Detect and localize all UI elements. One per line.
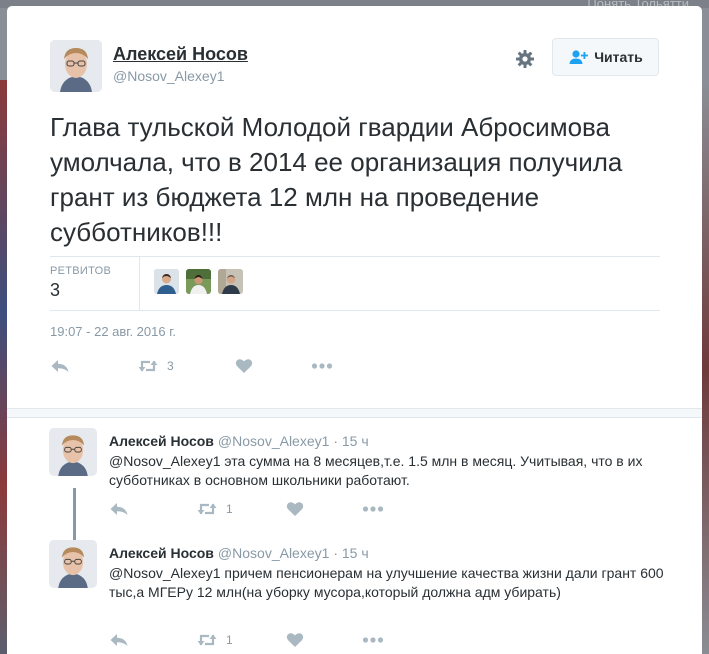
reply-button[interactable] bbox=[109, 501, 196, 517]
settings-button[interactable] bbox=[512, 46, 538, 72]
reply-button[interactable] bbox=[109, 632, 196, 648]
reply-author-handle: @Nosov_Alexey1 bbox=[217, 433, 330, 449]
reply-icon bbox=[110, 634, 128, 646]
retweet-count: 1 bbox=[226, 502, 233, 516]
retweeter-avatar[interactable] bbox=[218, 269, 243, 294]
more-button[interactable] bbox=[362, 505, 384, 513]
reply-author-name: Алексей Носов bbox=[109, 433, 214, 449]
retweets-label: РЕТВИТОВ bbox=[50, 265, 112, 277]
tweet-stats: РЕТВИТОВ 3 bbox=[50, 256, 660, 311]
avatar[interactable] bbox=[50, 40, 102, 92]
reply-author-handle: @Nosov_Alexey1 bbox=[217, 545, 330, 561]
retweet-button[interactable]: 3 bbox=[137, 358, 235, 374]
author-handle[interactable]: @Nosov_Alexey1 bbox=[113, 68, 225, 84]
tweet-timestamp[interactable]: 19:07 - 22 авг. 2016 г. bbox=[50, 324, 176, 339]
more-icon bbox=[362, 637, 384, 643]
like-button[interactable] bbox=[235, 358, 311, 374]
reply-tweet[interactable]: Алексей Носов @Nosov_Alexey1 · 15 ч @Noso… bbox=[7, 528, 702, 654]
reply-text: @Nosov_Alexey1 причем пенсионерам на улу… bbox=[109, 565, 664, 600]
more-button[interactable] bbox=[362, 636, 384, 644]
follow-button[interactable]: Читать bbox=[552, 38, 659, 76]
more-button[interactable] bbox=[311, 362, 333, 370]
retweeter-avatar[interactable] bbox=[154, 269, 179, 294]
retweet-button[interactable]: 1 bbox=[196, 501, 286, 517]
backdrop-left-edge bbox=[0, 80, 7, 654]
retweet-button[interactable]: 1 bbox=[196, 632, 286, 648]
like-icon bbox=[286, 633, 304, 647]
retweets-count[interactable]: 3 bbox=[50, 280, 60, 301]
follow-button-label: Читать bbox=[594, 49, 643, 65]
reply-button[interactable] bbox=[50, 358, 137, 374]
main-tweet: Алексей Носов @Nosov_Alexey1 Читать Глав… bbox=[7, 6, 702, 408]
reply-tweet[interactable]: Алексей Носов @Nosov_Alexey1 · 15 ч @Noso… bbox=[7, 418, 702, 528]
more-icon bbox=[311, 363, 333, 369]
like-button[interactable] bbox=[286, 632, 362, 648]
reply-author[interactable]: Алексей Носов @Nosov_Alexey1 · 15 ч bbox=[109, 545, 369, 561]
tweet-text: Глава тульской Молодой гвардии Абросимов… bbox=[50, 112, 623, 247]
reply-avatar[interactable] bbox=[49, 428, 97, 476]
like-icon bbox=[286, 502, 304, 516]
reply-time[interactable]: · 15 ч bbox=[333, 433, 368, 449]
reply-actions: 1 bbox=[109, 632, 384, 648]
tweet-actions: 3 bbox=[50, 358, 333, 374]
gear-icon bbox=[516, 50, 534, 68]
retweet-icon bbox=[197, 503, 217, 515]
retweet-icon bbox=[138, 360, 158, 372]
reply-avatar[interactable] bbox=[49, 540, 97, 588]
like-icon bbox=[235, 359, 253, 373]
retweeter-avatars bbox=[154, 269, 243, 294]
more-icon bbox=[362, 506, 384, 512]
retweeter-avatar[interactable] bbox=[186, 269, 211, 294]
backdrop-right-edge bbox=[702, 80, 709, 654]
replies-divider bbox=[7, 408, 702, 418]
reply-author[interactable]: Алексей Носов @Nosov_Alexey1 · 15 ч bbox=[109, 433, 369, 449]
reply-icon bbox=[110, 503, 128, 515]
stat-divider bbox=[139, 257, 140, 310]
author-name[interactable]: Алексей Носов bbox=[113, 44, 248, 65]
reply-text: @Nosov_Alexey1 эта сумма на 8 месяцев,т.… bbox=[109, 453, 643, 488]
reply-icon bbox=[51, 360, 69, 372]
reply-actions: 1 bbox=[109, 501, 384, 517]
like-button[interactable] bbox=[286, 501, 362, 517]
retweet-icon bbox=[197, 634, 217, 646]
reply-author-name: Алексей Носов bbox=[109, 545, 214, 561]
reply-time[interactable]: · 15 ч bbox=[333, 545, 368, 561]
tweet-modal: Алексей Носов @Nosov_Alexey1 Читать Глав… bbox=[7, 6, 702, 654]
retweet-count: 1 bbox=[226, 633, 233, 647]
follow-user-icon bbox=[569, 50, 589, 64]
retweet-count: 3 bbox=[167, 359, 174, 373]
